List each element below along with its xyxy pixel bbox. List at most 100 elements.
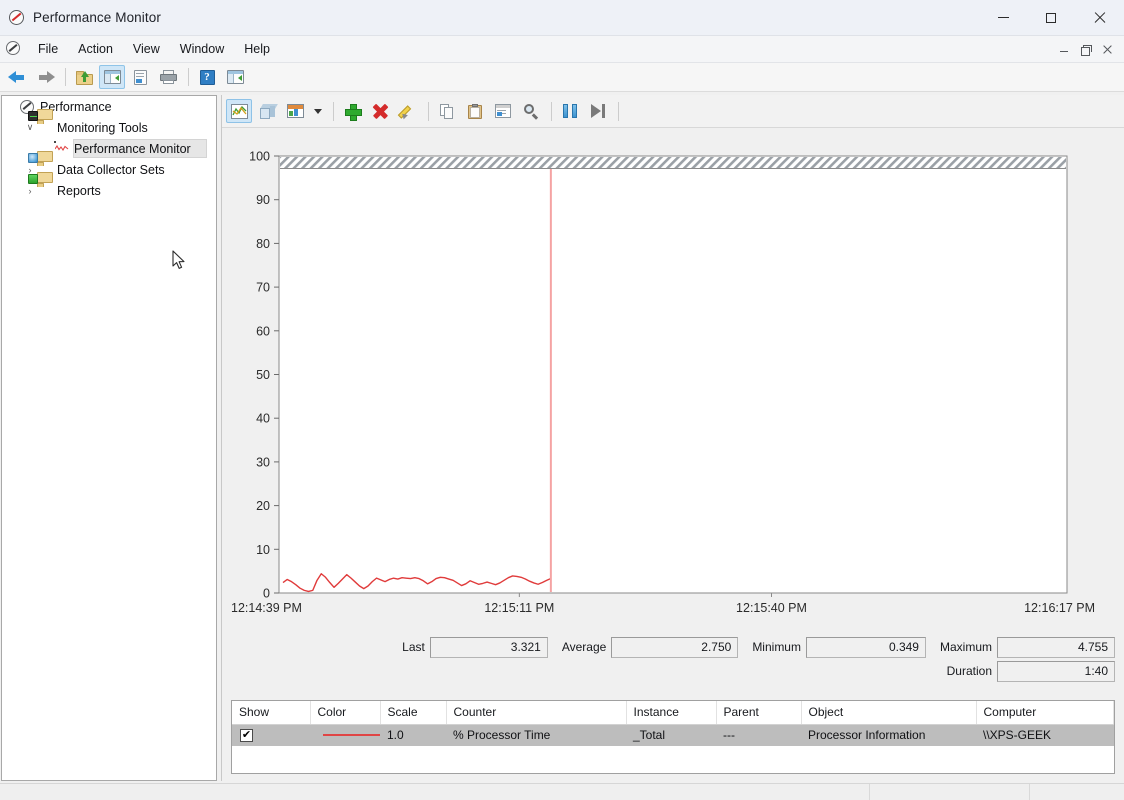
svg-text:30: 30 [256,455,270,469]
view-report-button[interactable] [282,99,308,123]
column-header-instance[interactable]: Instance [626,701,717,725]
minimize-button[interactable] [980,0,1027,36]
stat-minimum-value: 0.349 [805,636,926,658]
sidebar-item-reports[interactable]: › Reports [2,171,216,201]
svg-text:100: 100 [249,150,270,164]
graph-toolbar-separator [618,101,619,121]
window-controls [980,0,1124,36]
help-button[interactable]: ? [194,65,220,89]
show-console-tree-button[interactable] [99,65,125,89]
highlight-button[interactable] [395,99,421,123]
forward-button[interactable] [32,65,58,89]
properties-window-icon [495,104,511,118]
clipboard-icon [468,103,482,119]
pencil-highlight-icon [397,103,416,120]
report-image-icon [286,104,304,118]
svg-text:12:15:40 PM: 12:15:40 PM [736,601,807,615]
svg-text:10: 10 [256,543,270,557]
stat-maximum-value: 4.755 [997,636,1115,658]
stat-average-value: 2.750 [611,636,739,658]
column-header-show[interactable]: Show [232,701,311,725]
zoom-to-button[interactable] [518,99,544,123]
menu-item-window[interactable]: Window [170,39,234,60]
chevron-down-icon [314,108,322,114]
menu-app-icon [6,41,22,57]
view-line-graph-button[interactable] [226,99,252,123]
table-row[interactable]: ✔ 1.0% Processor Time _Total --- Processor I… [232,724,1114,747]
svg-text:80: 80 [256,237,270,251]
freeze-display-button[interactable] [557,99,583,123]
cell-color [310,724,380,747]
mdi-minimize-button[interactable] [1053,40,1074,59]
back-arrow-icon [7,70,27,85]
properties-button[interactable] [490,99,516,123]
sidebar-item-label: Reports [57,183,101,198]
forward-arrow-icon [36,70,55,85]
up-one-level-button[interactable] [71,65,97,89]
chevron-right-icon[interactable]: › [23,184,37,198]
mouse-cursor [172,250,185,269]
back-button[interactable] [4,65,30,89]
step-forward-icon [591,104,605,118]
counter-legend[interactable]: Show Color Scale Counter Instance Parent Objec… [231,700,1115,774]
stat-last: Last 3.321 [402,636,548,658]
column-header-color[interactable]: Color [310,701,381,725]
performance-monitor-pane: 0 10 20 30 40 50 60 70 80 90 100 12:14:39 PM 12:15:1… [221,95,1124,781]
column-header-scale[interactable]: Scale [380,701,447,725]
console-tree: Performance ∨ Monitoring Tools Performance … [2,96,216,201]
menu-item-view[interactable]: View [123,39,170,60]
mdi-close-button[interactable] [1097,40,1118,59]
cell-instance: _Total [626,724,716,747]
view-histogram-button[interactable] [254,99,280,123]
sidebar-item-label: Monitoring Tools [57,120,148,135]
app-icon [9,9,25,26]
cell-show[interactable]: ✔ [232,724,310,747]
svg-text:40: 40 [256,412,270,426]
stat-duration: Duration 1:40 [947,660,1115,682]
add-counter-button[interactable] [339,99,365,123]
show-checkbox[interactable]: ✔ [240,729,253,743]
paste-counter-list-button[interactable] [462,99,488,123]
update-data-button[interactable] [585,99,611,123]
mdi-window-controls [1052,40,1124,59]
performance-chart[interactable]: 0 10 20 30 40 50 60 70 80 90 100 12:14:39 PM 12:15:1… [222,128,1124,658]
column-header-computer[interactable]: Computer [976,701,1114,725]
menu-item-file[interactable]: File [28,39,68,60]
stat-average-label: Average [561,640,607,654]
properties-document-icon [133,69,148,85]
column-header-object[interactable]: Object [801,701,977,725]
graph-toolbar-separator [551,101,552,121]
stat-last-value: 3.321 [429,636,548,658]
menu-item-help[interactable]: Help [234,39,280,60]
svg-text:70: 70 [256,281,270,295]
menu-item-action[interactable]: Action [68,39,123,60]
cell-scale: 1.0 [380,724,446,747]
graph-toolbar-separator [428,101,429,121]
mdi-restore-button[interactable] [1075,40,1096,59]
copy-properties-button[interactable] [434,99,460,123]
stat-maximum: Maximum 4.755 [940,636,1115,658]
new-window-button[interactable] [222,65,248,89]
main-toolbar: ? [0,63,1124,92]
change-graph-type-dropdown[interactable] [310,99,326,123]
console-tree-icon [103,70,121,84]
maximize-button[interactable] [1027,0,1074,36]
performance-monitor-window: Performance Monitor File Action View Win… [0,0,1124,800]
pause-icon [563,104,577,118]
delete-counter-button[interactable] [367,99,393,123]
perfmon-chart-icon [54,140,70,157]
svg-text:0: 0 [263,587,270,601]
sidebar-item-label: Data Collector Sets [57,162,165,177]
print-button[interactable] [155,65,181,89]
status-bar [0,783,1124,800]
close-button[interactable] [1074,0,1124,36]
chevron-down-icon[interactable]: ∨ [23,121,37,135]
properties-button[interactable] [127,65,153,89]
window-title: Performance Monitor [33,10,161,25]
stat-minimum-label: Minimum [752,640,801,654]
column-header-parent[interactable]: Parent [716,701,802,725]
cube-3d-icon [259,103,278,119]
sidebar-item-monitoring-tools[interactable]: ∨ Monitoring Tools [2,108,216,138]
red-x-icon [373,104,388,119]
column-header-counter[interactable]: Counter [446,701,627,725]
